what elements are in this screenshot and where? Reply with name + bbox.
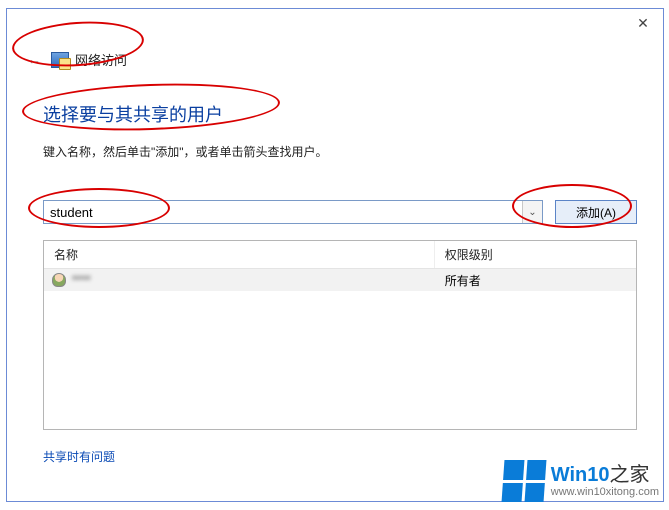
- dropdown-button[interactable]: ⌄: [522, 201, 542, 223]
- add-user-row: ⌄ 添加(A): [43, 200, 637, 224]
- breadcrumb-label: 网络访问: [75, 50, 127, 69]
- watermark: Win10之家 www.win10xitong.com: [499, 458, 663, 504]
- watermark-url: www.win10xitong.com: [551, 486, 659, 498]
- watermark-text: Win10之家 www.win10xitong.com: [551, 464, 659, 498]
- list-body: **** 所有者: [44, 269, 636, 429]
- titlebar: ✕: [7, 9, 663, 39]
- row-name-cell: ****: [44, 273, 435, 287]
- help-link[interactable]: 共享时有问题: [43, 448, 115, 465]
- row-user-name: ****: [72, 273, 91, 287]
- table-row[interactable]: **** 所有者: [44, 269, 636, 291]
- share-dialog-window: ✕ ← 网络访问 选择要与其共享的用户 键入名称，然后单击"添加"，或者单击箭头…: [6, 8, 664, 502]
- chevron-down-icon: ⌄: [528, 207, 536, 218]
- user-icon: [52, 273, 66, 287]
- watermark-brand-suffix: 之家: [610, 464, 650, 486]
- user-combobox[interactable]: ⌄: [43, 200, 543, 224]
- user-input[interactable]: [44, 201, 522, 223]
- list-header: 名称 权限级别: [44, 241, 636, 269]
- close-icon: ✕: [637, 15, 649, 32]
- row-permission-cell: 所有者: [435, 272, 636, 289]
- watermark-brand-main: Win10: [551, 464, 610, 486]
- instruction-text: 键入名称，然后单击"添加"，或者单击箭头查找用户。: [43, 143, 637, 160]
- breadcrumb: 网络访问: [51, 50, 127, 69]
- page-heading: 选择要与其共享的用户: [43, 101, 637, 127]
- content-area: 选择要与其共享的用户 键入名称，然后单击"添加"，或者单击箭头查找用户。 ⌄ 添…: [43, 101, 637, 489]
- close-button[interactable]: ✕: [623, 9, 663, 37]
- user-list: 名称 权限级别 **** 所有者: [43, 240, 637, 430]
- network-icon: [51, 52, 69, 68]
- back-arrow-icon: ←: [27, 51, 41, 67]
- column-name[interactable]: 名称: [44, 241, 435, 268]
- back-button[interactable]: ←: [27, 51, 41, 67]
- add-button[interactable]: 添加(A): [555, 200, 637, 224]
- windows-logo-icon: [501, 460, 546, 502]
- screenshot-root: ✕ ← 网络访问 选择要与其共享的用户 键入名称，然后单击"添加"，或者单击箭头…: [0, 0, 669, 510]
- column-permission[interactable]: 权限级别: [435, 241, 636, 268]
